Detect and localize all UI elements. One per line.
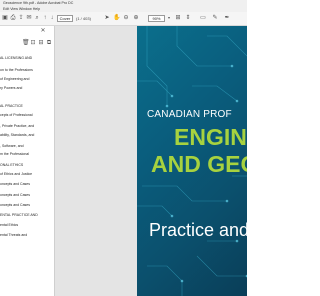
bookmark-item[interactable]: m the Professional <box>0 152 29 156</box>
bookmark-item[interactable]: ental Threats and <box>0 233 27 237</box>
bookmark-item[interactable]: cepts of Professional <box>0 113 33 117</box>
bookmark-options-icon[interactable]: ⊟ <box>38 40 44 46</box>
fit-page-icon[interactable]: ⊞ <box>175 15 181 21</box>
expand-icon[interactable]: ⧉ <box>46 40 52 46</box>
bookmark-item[interactable]: oncepts and Cases <box>0 203 30 207</box>
new-bookmark-icon[interactable]: ⊡ <box>30 40 36 46</box>
comment-icon[interactable]: ▭ <box>200 15 206 21</box>
hand-icon[interactable]: ✋ <box>113 15 120 21</box>
bookmark-item[interactable]: ability, Standards, and <box>0 133 34 137</box>
bookmark-item[interactable]: of Ethics and Justice <box>0 172 32 176</box>
bookmarks-toolbar: ✕ 🗑 ⊡ ⊟ ⧉ <box>0 26 54 48</box>
print-icon[interactable]: ⎙ <box>10 15 16 21</box>
cover-line-1: CANADIAN PROF <box>147 109 232 120</box>
document-canvas <box>55 26 137 296</box>
sign-icon[interactable]: ✒ <box>224 15 230 21</box>
prev-page-icon[interactable]: ↑ <box>42 15 48 21</box>
scroll-mode-icon[interactable]: ⇕ <box>185 15 191 21</box>
cover-line-3: AND GEOSC <box>151 151 247 177</box>
cover-line-2: ENGINE <box>174 124 247 150</box>
zoom-level-select[interactable]: 90% <box>148 15 165 22</box>
bookmark-item[interactable]: , Private Practice, and <box>0 124 34 128</box>
bookmark-item[interactable]: ental Ethics <box>0 223 18 227</box>
email-icon[interactable]: ✉ <box>26 15 32 21</box>
zoom-out-icon[interactable]: ⊖ <box>123 15 129 21</box>
next-page-icon[interactable]: ↓ <box>49 15 55 21</box>
bookmark-item[interactable]: oncepts and Cases <box>0 193 30 197</box>
bookmark-item[interactable]: oncepts and Cases <box>0 182 30 186</box>
delete-icon[interactable]: 🗑 <box>22 40 30 46</box>
zoom-dropdown-icon[interactable]: ▾ <box>166 15 172 21</box>
bookmark-item[interactable]: , Software, and <box>0 144 24 148</box>
book-cover: CANADIAN PROF ENGINE AND GEOSC Practice … <box>137 26 247 296</box>
bookmarks-pane: ✕ 🗑 ⊡ ⊟ ⧉ AL LICENSING AND on to the Prof… <box>0 26 55 296</box>
bookmark-item[interactable]: ry Powers and <box>0 86 22 90</box>
bookmark-item[interactable]: on to the Professions <box>0 68 33 72</box>
search-icon[interactable]: ⌕ <box>34 15 40 21</box>
page-count: (1 / 403) <box>76 16 91 21</box>
toolbar: ▣ ⎙ ⇪ ✉ ⌕ ↑ ↓ Cover (1 / 403) ➤ ✋ ⊖ ⊕ 90… <box>0 12 247 26</box>
cover-line-4: Practice and <box>149 220 247 240</box>
save-icon[interactable]: ▣ <box>2 15 8 21</box>
bookmark-item[interactable]: AL PRACTICE <box>0 104 23 108</box>
highlight-icon[interactable]: ✎ <box>212 15 218 21</box>
upload-icon[interactable]: ⇪ <box>18 15 24 21</box>
close-icon[interactable]: ✕ <box>40 28 46 34</box>
bookmark-item[interactable]: ONAL ETHICS <box>0 163 23 167</box>
bookmark-item[interactable]: AL LICENSING AND <box>0 56 32 60</box>
page-number-input[interactable]: Cover <box>57 15 73 22</box>
bookmark-item[interactable]: of Engineering and <box>0 77 29 81</box>
select-icon[interactable]: ➤ <box>104 15 110 21</box>
zoom-in-icon[interactable]: ⊕ <box>133 15 139 21</box>
bookmark-item[interactable]: ENTAL PRACTICE AND <box>0 213 38 217</box>
